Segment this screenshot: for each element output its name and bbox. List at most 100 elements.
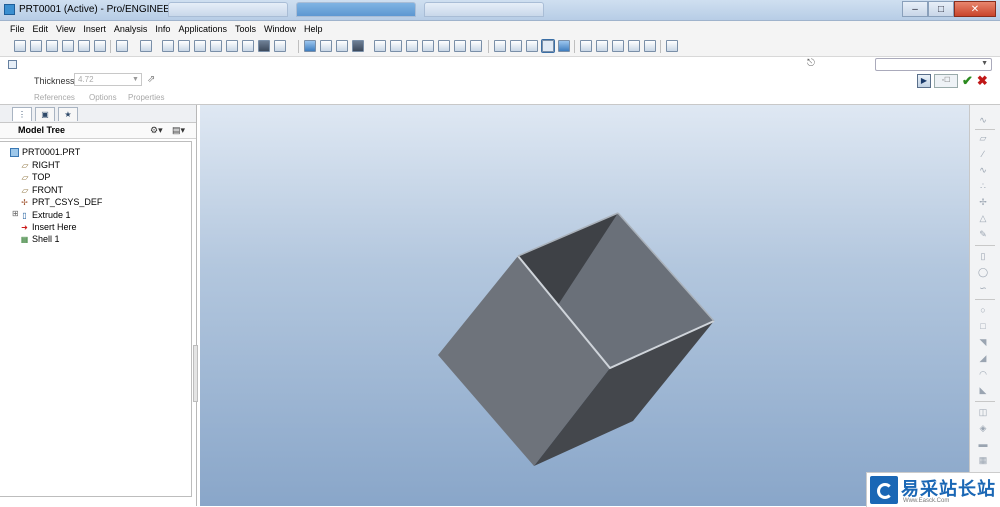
close-button[interactable]: ✕ (954, 1, 996, 17)
datum-axes-toggle-icon[interactable] (596, 40, 608, 52)
menu-tools[interactable]: Tools (231, 24, 260, 34)
round-tool-icon[interactable]: ◠ (977, 369, 989, 380)
refit-icon[interactable] (406, 40, 418, 52)
tree-settings-icon[interactable]: ⚙▾ (150, 125, 163, 136)
csys-toggle-icon[interactable] (628, 40, 640, 52)
revolve-tool-icon[interactable]: ◯ (977, 267, 989, 278)
enhanced-realism-icon[interactable] (558, 40, 570, 52)
tree-item[interactable]: ▱ FRONT (20, 184, 63, 196)
rib-tool-icon[interactable]: ◥ (977, 337, 989, 348)
datum-points-toggle-icon[interactable] (612, 40, 624, 52)
datum-curve-tool-icon[interactable]: ∿ (977, 165, 989, 176)
pattern-tool-icon[interactable]: ▦ (977, 455, 989, 466)
selection-filter-icon[interactable] (274, 40, 286, 52)
pin-icon[interactable]: ⎋ (807, 58, 815, 69)
saved-views-icon[interactable] (438, 40, 450, 52)
taskbar-tab[interactable] (424, 2, 544, 17)
tree-item[interactable]: PRT0001.PRT (10, 146, 80, 158)
email-icon[interactable] (78, 40, 90, 52)
ok-button[interactable]: ✔ (962, 73, 973, 89)
taskbar-tab-active[interactable] (296, 2, 416, 17)
analysis-tool-icon[interactable]: △ (977, 213, 989, 224)
regen-manager-icon[interactable] (242, 40, 254, 52)
wireframe-icon[interactable] (494, 40, 506, 52)
menu-view[interactable]: View (52, 24, 79, 34)
tree-item[interactable]: ✢ PRT_CSYS_DEF (20, 196, 102, 208)
datum-axis-tool-icon[interactable]: ∕ (977, 149, 989, 160)
sweep-tool-icon[interactable]: ∽ (977, 283, 989, 294)
merge-tool-icon[interactable]: ◈ (977, 423, 989, 434)
orient-mode-icon[interactable] (336, 40, 348, 52)
menu-applications[interactable]: Applications (174, 24, 231, 34)
sketch-tool-icon[interactable]: ✎ (977, 229, 989, 240)
find-icon[interactable] (258, 40, 270, 52)
zoom-in-icon[interactable] (374, 40, 386, 52)
selection-filter-select[interactable]: ▼ (875, 58, 992, 71)
view-manager-icon[interactable] (470, 40, 482, 52)
shading-icon[interactable] (541, 39, 555, 53)
menu-file[interactable]: File (6, 24, 29, 34)
hole-tool-icon[interactable]: ○ (977, 305, 989, 316)
preview-button[interactable]: ◦☐ (934, 74, 958, 88)
tab-options[interactable]: Options (89, 93, 117, 102)
minimize-button[interactable]: – (902, 1, 928, 17)
tree-filters-icon[interactable]: ▤▾ (172, 125, 185, 136)
regenerate-icon[interactable] (226, 40, 238, 52)
repaint-icon[interactable] (304, 40, 316, 52)
mirror-tool-icon[interactable]: ◫ (977, 407, 989, 418)
panel-splitter[interactable] (193, 345, 198, 402)
tree-item[interactable]: ▯ Extrude 1 (20, 209, 70, 221)
favorites-tab[interactable]: ★ (58, 107, 78, 121)
maximize-button[interactable]: □ (928, 1, 954, 17)
chevron-down-icon[interactable]: ▼ (130, 74, 141, 85)
datum-point-tool-icon[interactable]: ∴ (977, 181, 989, 192)
expand-icon[interactable]: ⊞ (12, 209, 19, 218)
tab-properties[interactable]: Properties (128, 93, 164, 102)
csys-tool-icon[interactable]: ✢ (977, 197, 989, 208)
flip-direction-icon[interactable]: ⇗ (147, 74, 155, 85)
pause-resume-button[interactable]: ▶ (917, 74, 931, 88)
context-help-icon[interactable] (666, 40, 678, 52)
shell-tool-icon[interactable]: □ (977, 321, 989, 332)
zoom-out-icon[interactable] (390, 40, 402, 52)
extrude-tool-icon[interactable]: ▯ (977, 251, 989, 262)
menu-insert[interactable]: Insert (79, 24, 110, 34)
reorient-icon[interactable] (422, 40, 434, 52)
tree-item[interactable]: ▦ Shell 1 (20, 233, 60, 245)
cut-icon[interactable] (162, 40, 174, 52)
dashboard-collapse-icon[interactable] (8, 60, 17, 69)
datum-plane-tool-icon[interactable]: ▱ (977, 133, 989, 144)
graphics-window[interactable] (200, 105, 969, 506)
save-icon[interactable] (46, 40, 58, 52)
copy-icon[interactable] (178, 40, 190, 52)
tree-item[interactable]: ▱ RIGHT (20, 159, 60, 171)
tree-item[interactable]: ➜ Insert Here (20, 221, 76, 233)
email-link-icon[interactable] (94, 40, 106, 52)
menu-edit[interactable]: Edit (29, 24, 53, 34)
open-file-icon[interactable] (30, 40, 42, 52)
menu-info[interactable]: Info (151, 24, 174, 34)
undo-icon[interactable] (116, 40, 128, 52)
model-viewport[interactable] (200, 105, 969, 506)
new-file-icon[interactable] (14, 40, 26, 52)
menu-window[interactable]: Window (260, 24, 300, 34)
annotation-toggle-icon[interactable] (644, 40, 656, 52)
chamfer-tool-icon[interactable]: ◣ (977, 385, 989, 396)
no-hidden-icon[interactable] (526, 40, 538, 52)
sketch-icon[interactable]: ∿ (977, 115, 989, 126)
layers-icon[interactable] (454, 40, 466, 52)
paste-icon[interactable] (194, 40, 206, 52)
menu-help[interactable]: Help (300, 24, 327, 34)
menu-analysis[interactable]: Analysis (110, 24, 152, 34)
trim-tool-icon[interactable]: ▬ (977, 439, 989, 450)
tree-item[interactable]: ▱ TOP (20, 171, 50, 183)
paste-special-icon[interactable] (210, 40, 222, 52)
redo-icon[interactable] (140, 40, 152, 52)
appearance-icon[interactable] (352, 40, 364, 52)
hidden-line-icon[interactable] (510, 40, 522, 52)
folder-browser-tab[interactable]: ▣ (35, 107, 55, 121)
datum-planes-toggle-icon[interactable] (580, 40, 592, 52)
spin-center-icon[interactable] (320, 40, 332, 52)
taskbar-tab[interactable] (168, 2, 288, 17)
cancel-button[interactable]: ✖ (977, 73, 988, 89)
